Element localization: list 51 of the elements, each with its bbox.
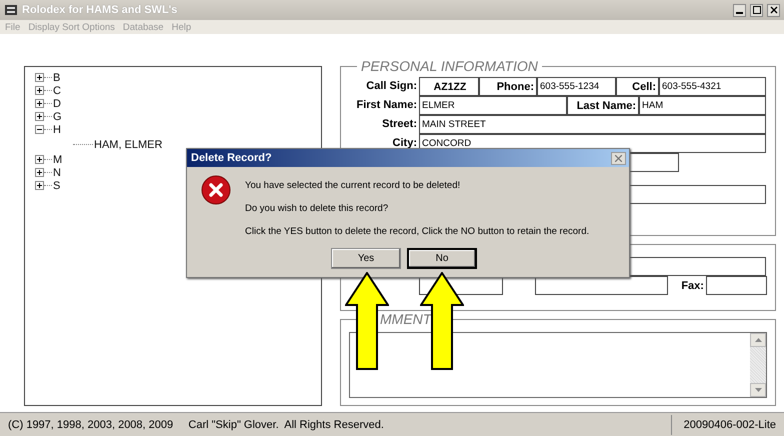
dialog-message: You have selected the current record to be deleted! bbox=[245, 180, 462, 191]
field-label: Street: bbox=[382, 118, 417, 130]
tree-item[interactable]: N bbox=[53, 166, 61, 178]
field-label: Cell: bbox=[616, 77, 659, 96]
tree-item[interactable]: H bbox=[53, 124, 61, 136]
minimize-button[interactable] bbox=[733, 4, 746, 16]
expand-icon[interactable] bbox=[35, 168, 44, 177]
dialog-message: Click the YES button to delete the record, Click the NO button to retain the record. bbox=[245, 226, 590, 237]
close-icon bbox=[770, 6, 778, 14]
close-icon bbox=[615, 154, 622, 162]
status-text: (C) 1997, 1998, 2003, 2008, 2009 Carl "Skip" Glover. All Rights Reserved. bbox=[8, 418, 385, 430]
field-label: Fax: bbox=[680, 278, 705, 294]
tree-item[interactable]: M bbox=[53, 154, 62, 166]
input-field[interactable]: MAIN STREET bbox=[419, 115, 766, 134]
scroll-bar[interactable] bbox=[750, 333, 766, 397]
input-field[interactable]: ELMER bbox=[419, 96, 567, 115]
version-text: 20090406-002-Lite bbox=[670, 414, 780, 434]
dialog-button[interactable]: Yes bbox=[331, 248, 401, 269]
collapse-icon[interactable] bbox=[35, 125, 44, 134]
field-label: Phone: bbox=[479, 77, 537, 96]
dialog-button[interactable]: No bbox=[407, 248, 477, 269]
maximize-button[interactable] bbox=[750, 4, 763, 16]
window-title: Rolodex for HAMS and SWL's bbox=[22, 4, 178, 16]
input-field[interactable]: 603-555-4321 bbox=[659, 77, 766, 96]
tree-item[interactable]: S bbox=[53, 180, 60, 192]
maximize-icon bbox=[752, 6, 760, 14]
dialog-title: Delete Record? bbox=[191, 152, 272, 164]
tree-item[interactable]: B bbox=[53, 72, 60, 84]
field-label: Call Sign: bbox=[366, 80, 417, 92]
tree-item[interactable]: D bbox=[53, 98, 61, 110]
tree-item[interactable]: G bbox=[53, 110, 62, 122]
group-title: PERSONAL INFORMATION bbox=[357, 58, 542, 74]
input-field[interactable]: 603-555-1234 bbox=[537, 77, 616, 96]
field-label: City: bbox=[392, 137, 417, 149]
close-button[interactable] bbox=[767, 4, 780, 16]
input-field[interactable]: AZ1ZZ bbox=[419, 77, 479, 96]
expand-icon[interactable] bbox=[35, 86, 44, 95]
expand-icon[interactable] bbox=[35, 181, 44, 190]
expand-icon[interactable] bbox=[35, 112, 44, 121]
expand-icon[interactable] bbox=[35, 99, 44, 108]
dialog-message: Do you wish to delete this record? bbox=[245, 203, 390, 214]
input-field[interactable]: HAM bbox=[639, 96, 766, 115]
input-field[interactable] bbox=[706, 276, 767, 295]
expand-icon[interactable] bbox=[35, 73, 44, 82]
error-icon bbox=[201, 175, 231, 205]
field-label: First Name: bbox=[356, 99, 417, 111]
tree-item[interactable]: HAM, ELMER bbox=[94, 138, 162, 150]
tree-item[interactable]: C bbox=[53, 84, 61, 96]
app-icon bbox=[4, 4, 18, 16]
expand-icon[interactable] bbox=[35, 155, 44, 164]
field-label: Last Name: bbox=[567, 96, 639, 115]
